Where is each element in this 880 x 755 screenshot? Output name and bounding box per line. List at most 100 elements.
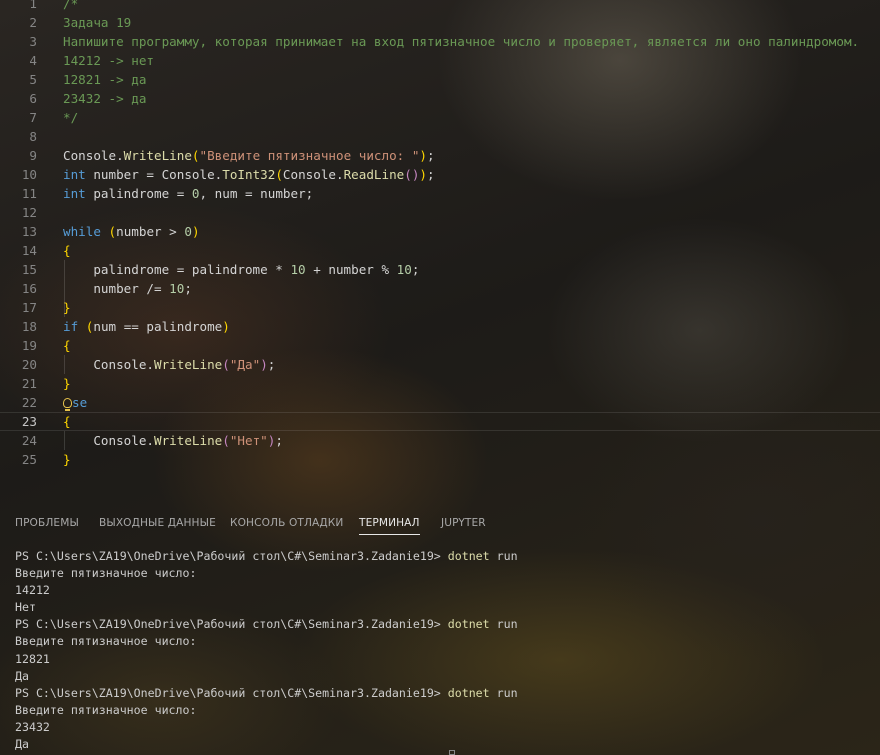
code-editor[interactable]: 1 /* 2 Задача 19 3 Напишите программу, котора… [0, 0, 880, 505]
code-token: ) [419, 167, 428, 182]
tab-output[interactable]: ВЫХОДНЫЕ ДАННЫЕ [99, 517, 216, 529]
code-token: + number % [305, 262, 397, 277]
terminal-line: 23432 [15, 719, 50, 734]
code-token: WriteLine [123, 148, 192, 163]
code-token: Напишите программу, которая принимает на… [63, 34, 860, 49]
code-token: 10 [169, 281, 185, 296]
code-text: 23432 -> да [63, 89, 146, 108]
code-token: 10 [396, 262, 412, 277]
code-token: int [63, 186, 86, 201]
tab-terminal[interactable]: ТЕРМИНАЛ [359, 517, 420, 535]
code-text: } [63, 374, 71, 393]
indent-guide [64, 260, 65, 317]
code-text: Console.WriteLine("Да"); [63, 355, 275, 374]
line-number: 8 [29, 129, 37, 144]
code-text: { [63, 336, 71, 355]
code-line[interactable]: 23 { [0, 412, 880, 431]
code-text: 14212 -> нет [63, 51, 154, 70]
line-number: 13 [21, 224, 37, 239]
code-line[interactable]: 16 number /= 10; [0, 279, 880, 298]
code-line[interactable]: 15 palindrome = palindrome * 10 + number… [0, 260, 880, 279]
code-line[interactable]: 12 [0, 203, 880, 222]
lightbulb-icon[interactable] [63, 398, 72, 411]
code-line[interactable]: 21} [0, 374, 880, 393]
line-number: 6 [29, 91, 37, 106]
code-token: 23432 -> да [63, 91, 147, 106]
tab-problems[interactable]: ПРОБЛЕМЫ [15, 517, 79, 529]
code-token: WriteLine [154, 357, 223, 372]
line-number: 12 [21, 205, 37, 220]
code-token: { [63, 338, 71, 353]
code-line[interactable]: 3 Напишите программу, которая принимает н… [0, 32, 880, 51]
code-token: Console. [63, 357, 154, 372]
code-token: 14212 -> нет [63, 53, 154, 68]
code-token: ToInt32 [222, 167, 276, 182]
code-token: ; [275, 433, 283, 448]
code-line[interactable]: 11 int palindrome = 0, num = number; [0, 184, 880, 203]
code-line[interactable]: 1 /* [0, 0, 880, 13]
line-number: 23 [21, 414, 37, 429]
code-token: ) [419, 148, 427, 163]
code-token: 0 [184, 224, 192, 239]
code-text: int number = Console.ToInt32(Console.Rea… [63, 165, 435, 184]
code-line[interactable]: 24 Console.WriteLine("Нет"); [0, 431, 880, 450]
code-text: while (number > 0) [63, 222, 200, 241]
terminal-prompt: PS C:\Users\ZA19\OneDrive\Рабочий стол\C… [15, 617, 448, 632]
code-line[interactable]: 2 Задача 19 [0, 13, 880, 32]
code-token: ) [191, 224, 200, 239]
code-token: number /= [63, 281, 170, 296]
code-line[interactable]: 13 while (number > 0) [0, 222, 880, 241]
terminal-line: Введите пятизначное число: [15, 634, 197, 649]
terminal-cursor [449, 750, 455, 755]
code-token: palindrome = palindrome * [63, 262, 291, 277]
code-line[interactable]: 8 [0, 127, 880, 146]
code-token: ( [108, 224, 117, 239]
code-token: palindrome = [85, 186, 192, 201]
code-token: "Нет" [229, 433, 268, 448]
code-line[interactable]: 19 { [0, 336, 880, 355]
code-token: ( [222, 357, 230, 372]
terminal-line: Введите пятизначное число: [15, 566, 197, 581]
line-number: 3 [29, 34, 37, 49]
line-number: 2 [29, 15, 37, 30]
line-number: 20 [21, 357, 37, 372]
code-token: ReadLine [343, 167, 405, 182]
line-number: 10 [21, 167, 37, 182]
line-number: 14 [21, 243, 37, 258]
code-line[interactable]: 4 14212 -> нет [0, 51, 880, 70]
line-number: 9 [29, 148, 37, 163]
tab-jupyter[interactable]: JUPYTER [441, 517, 486, 529]
code-token: ( [191, 148, 200, 163]
code-text: { [63, 241, 71, 260]
code-line[interactable]: 25} [0, 450, 880, 469]
code-text: Задача 19 [63, 13, 131, 32]
code-token: Console. [282, 167, 344, 182]
line-number: 18 [21, 319, 37, 334]
code-line[interactable]: 17} [0, 298, 880, 317]
tab-debug-console[interactable]: КОНСОЛЬ ОТЛАДКИ [230, 517, 343, 529]
code-line[interactable]: 22 se [0, 393, 880, 412]
code-token: { [63, 414, 71, 429]
code-token: 10 [290, 262, 306, 277]
code-line[interactable]: 5 12821 -> да [0, 70, 880, 89]
terminal-prompt: PS C:\Users\ZA19\OneDrive\Рабочий стол\C… [15, 549, 448, 563]
line-number: 22 [21, 395, 37, 410]
code-line[interactable]: 6 23432 -> да [0, 89, 880, 108]
terminal-line: Нет [15, 600, 36, 615]
terminal-command-args: run [489, 685, 518, 700]
code-line[interactable]: 20 Console.WriteLine("Да"); [0, 355, 880, 374]
code-token: se [72, 395, 88, 410]
code-token: */ [63, 110, 79, 125]
code-token: Console. [63, 433, 154, 448]
terminal-output[interactable]: PS C:\Users\ZA19\OneDrive\Рабочий стол\C… [15, 548, 518, 753]
code-text: { [63, 413, 71, 430]
code-text: if (num == palindrome) [63, 317, 230, 336]
code-line[interactable]: 18 if (num == palindrome) [0, 317, 880, 336]
code-line[interactable]: 7 */ [0, 108, 880, 127]
line-number: 1 [29, 0, 37, 11]
line-number: 7 [29, 110, 37, 125]
code-line[interactable]: 10 int number = Console.ToInt32(Console.R… [0, 165, 880, 184]
code-line[interactable]: 14 { [0, 241, 880, 260]
terminal-line: PS C:\Users\ZA19\OneDrive\Рабочий стол\C… [15, 685, 518, 702]
code-line[interactable]: 9 Console.WriteLine("Введите пятизначное … [0, 146, 880, 165]
